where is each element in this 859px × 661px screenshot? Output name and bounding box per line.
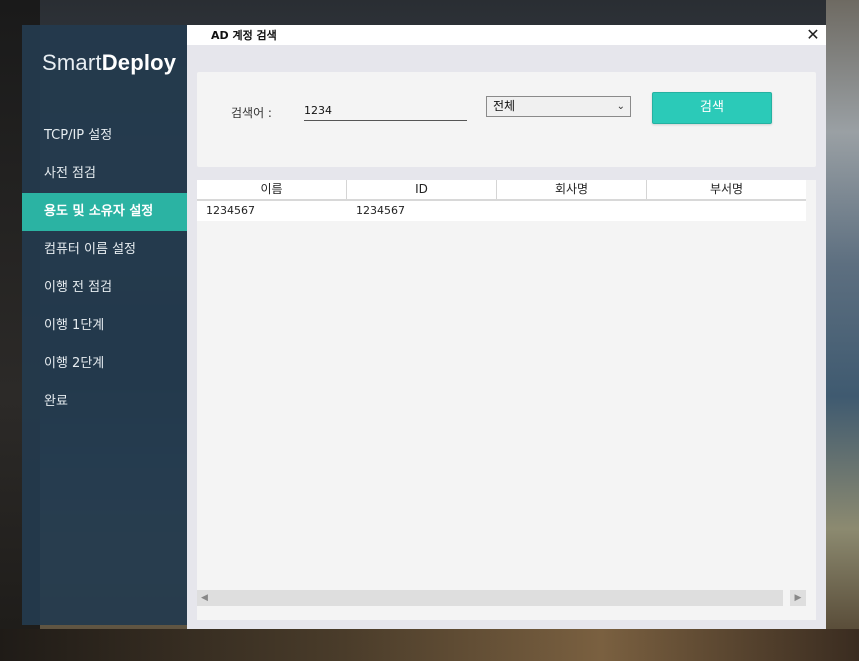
sidebar: SmartDeploy TCP/IP 설정 사전 점검 용도 및 소유자 설정 … <box>22 25 187 625</box>
column-header-company[interactable]: 회사명 <box>497 180 647 199</box>
cell-company <box>497 201 647 221</box>
table-row[interactable]: 1234567 1234567 <box>197 201 806 221</box>
column-header-id[interactable]: ID <box>347 180 497 199</box>
search-label: 검색어 : <box>231 106 272 120</box>
close-icon[interactable]: ✕ <box>804 25 822 45</box>
results-grid: 이름 ID 회사명 부서명 1234567 1234567 ◀ ▶ <box>197 180 816 620</box>
cell-department <box>647 201 797 221</box>
desktop-wallpaper-right <box>826 0 859 661</box>
search-button[interactable]: 검색 <box>652 92 772 124</box>
sidebar-item-purpose-owner[interactable]: 용도 및 소유자 설정 <box>22 193 187 231</box>
grid-header: 이름 ID 회사명 부서명 <box>197 180 806 201</box>
scope-select[interactable]: 전체 ⌄ <box>486 96 631 117</box>
sidebar-item-pre-migration-check[interactable]: 이행 전 점검 <box>22 269 187 307</box>
column-header-department[interactable]: 부서명 <box>647 180 806 199</box>
scroll-right-icon[interactable]: ▶ <box>790 590 806 606</box>
search-panel: 검색어 : 전체 ⌄ 검색 <box>197 72 816 167</box>
sidebar-nav: TCP/IP 설정 사전 점검 용도 및 소유자 설정 컴퓨터 이름 설정 이행… <box>22 117 187 421</box>
sidebar-item-complete[interactable]: 완료 <box>22 383 187 421</box>
column-header-name[interactable]: 이름 <box>197 180 347 199</box>
chevron-down-icon: ⌄ <box>616 101 625 112</box>
cell-id: 1234567 <box>356 204 405 217</box>
scope-select-value: 전체 <box>493 99 516 113</box>
app-logo: SmartDeploy <box>42 50 177 75</box>
cell-name: 1234567 <box>206 204 255 217</box>
sidebar-item-computer-name[interactable]: 컴퓨터 이름 설정 <box>22 231 187 269</box>
scroll-left-icon[interactable]: ◀ <box>201 590 208 606</box>
dialog-title: AD 계정 검색 <box>211 29 277 42</box>
sidebar-item-tcpip[interactable]: TCP/IP 설정 <box>22 117 187 155</box>
dialog-titlebar: AD 계정 검색 ✕ <box>187 25 826 45</box>
search-input[interactable] <box>304 101 467 121</box>
ad-account-search-dialog: AD 계정 검색 ✕ 검색어 : 전체 ⌄ 검색 이름 ID 회사명 부서명 1… <box>187 25 826 629</box>
sidebar-item-precheck[interactable]: 사전 점검 <box>22 155 187 193</box>
desktop-wallpaper-bottom <box>0 629 859 661</box>
horizontal-scrollbar[interactable]: ◀ <box>197 590 783 606</box>
sidebar-item-migration-step2[interactable]: 이행 2단계 <box>22 345 187 383</box>
sidebar-item-migration-step1[interactable]: 이행 1단계 <box>22 307 187 345</box>
